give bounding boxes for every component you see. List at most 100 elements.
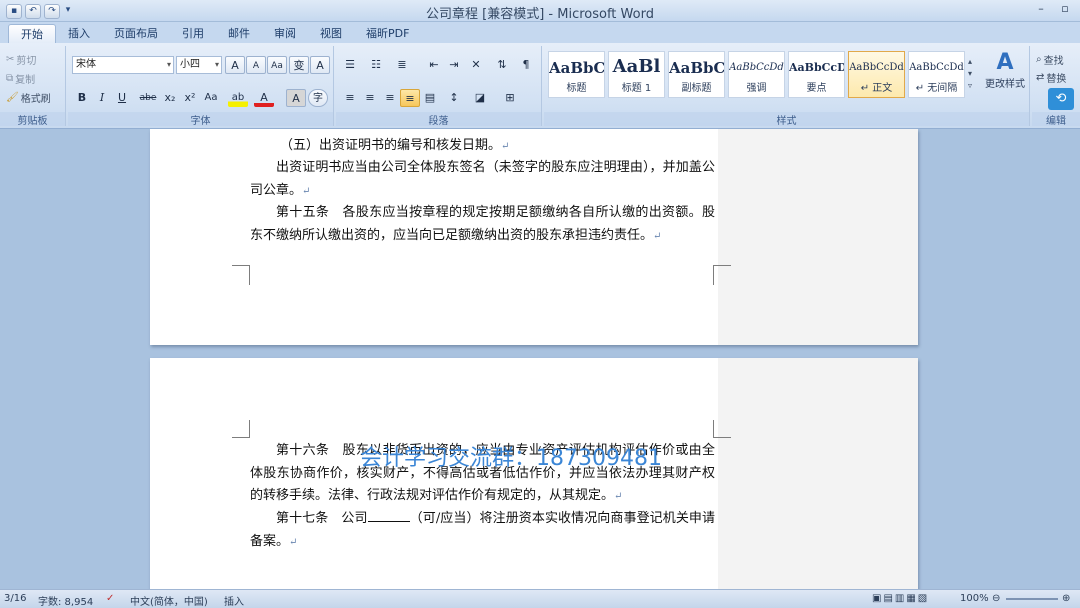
paragraph-mark: ↵ [501, 141, 510, 152]
tab-review[interactable]: 审阅 [262, 24, 308, 43]
zoom-slider[interactable] [1006, 598, 1058, 600]
editing-group-label: 编辑 [1032, 112, 1080, 127]
editing-group: ⌕ 查找 ⇄ 替换 ⟲ 编辑 [1032, 46, 1080, 127]
highlight-button[interactable]: ab [228, 89, 248, 107]
tab-mailings[interactable]: 邮件 [216, 24, 262, 43]
show-marks-icon[interactable]: ¶ [516, 56, 536, 74]
font-size-combo[interactable]: 小四 ▾ [176, 56, 222, 74]
multilevel-list-icon[interactable]: ≣ [392, 56, 412, 74]
zoom-level[interactable]: 100% [960, 593, 989, 604]
shrink-font-button[interactable]: A [246, 56, 266, 74]
page-counter[interactable]: 3/16 [4, 593, 26, 604]
document-area[interactable]: （五）出资证明书的编号和核发日期。↵ 出资证明书应当由公司全体股东签名（未签字的… [0, 129, 1080, 589]
style-normal[interactable]: AaBbCcDd ↵ 正文 [848, 51, 905, 98]
chevron-down-icon: ▾ [214, 60, 219, 69]
borders-icon[interactable]: ⊞ [500, 89, 520, 107]
tab-page-layout[interactable]: 页面布局 [102, 24, 170, 43]
proofing-icon[interactable]: ✓ [106, 593, 114, 604]
char-border-button[interactable]: A [310, 56, 330, 74]
page: （五）出资证明书的编号和核发日期。↵ 出资证明书应当由公司全体股东签名（未签字的… [150, 129, 918, 345]
decrease-indent-icon[interactable]: ⇤ [424, 56, 444, 74]
font-color-button[interactable]: A [254, 89, 274, 107]
tab-references[interactable]: 引用 [170, 24, 216, 43]
align-right-icon[interactable]: ≡ [380, 89, 400, 107]
paragraph[interactable]: 第十七条 公司 （可/应当）将注册资本实收情况向商事登记机关申请备案。↵ [250, 508, 715, 554]
style-title[interactable]: AaBbC 标题 [548, 51, 605, 98]
align-left-icon[interactable]: ≡ [340, 89, 360, 107]
font-name-combo[interactable]: 宋体 ▾ [72, 56, 174, 74]
align-center-icon[interactable]: ≡ [360, 89, 380, 107]
justify-icon[interactable]: ≡ [400, 89, 420, 107]
style-name: ↵ 无间隔 [915, 83, 958, 94]
chevron-down-icon: ▾ [166, 60, 171, 69]
style-heading-1[interactable]: AaBl 标题 1 [608, 51, 665, 98]
fill-in-blank[interactable] [367, 508, 410, 522]
replace-label: 替换 [1046, 74, 1067, 85]
word-count[interactable]: 字数: 8,954 [38, 593, 93, 608]
style-sample: AaBbCcDd [909, 62, 964, 73]
italic-button[interactable]: I [92, 89, 112, 107]
restore-button[interactable]: ▫ [1054, 2, 1076, 18]
style-name: 强调 [746, 83, 767, 94]
style-name: 要点 [806, 83, 827, 94]
tab-view[interactable]: 视图 [308, 24, 354, 43]
scissors-icon: ✂ [6, 54, 15, 65]
superscript-button[interactable]: x² [180, 89, 200, 107]
distributed-icon[interactable]: ▤ [420, 89, 440, 107]
subscript-button[interactable]: x₂ [160, 89, 180, 107]
paragraph-text: 第十五条 各股东应当按章程的规定按期足额缴纳各自所认缴的出资额。股东不缴纳所认缴… [250, 205, 715, 243]
insert-mode[interactable]: 插入 [224, 593, 244, 608]
change-case-button[interactable]: Aa [201, 89, 221, 107]
paragraph[interactable]: 第十五条 各股东应当按章程的规定按期足额缴纳各自所认缴的出资额。股东不缴纳所认缴… [250, 202, 715, 248]
minimize-button[interactable]: – [1030, 2, 1052, 18]
bold-button[interactable]: B [72, 89, 92, 107]
language-indicator[interactable]: 中文(简体，中国) [130, 593, 208, 608]
styles-scroll[interactable]: ▴ ▾ ▿ [968, 56, 972, 92]
format-painter-button[interactable]: 🖌 格式刷 [6, 90, 51, 105]
strikethrough-button[interactable]: abe [138, 89, 158, 107]
paragraph-text: 出资证明书应当由公司全体股东签名（未签字的股东应注明理由），并加盖公司公章。 [250, 160, 715, 198]
phonetic-guide-button[interactable]: 变 [289, 56, 309, 74]
line-spacing-icon[interactable]: ↕ [444, 89, 464, 107]
tab-foxit-pdf[interactable]: 福昕PDF [354, 24, 421, 43]
style-no-spacing[interactable]: AaBbCcDd ↵ 无间隔 [908, 51, 965, 98]
grow-font-button[interactable]: A [225, 56, 245, 74]
window-controls: – ▫ [1030, 2, 1076, 18]
sort-icon[interactable]: ⇅ [492, 56, 512, 74]
paragraph[interactable]: （五）出资证明书的编号和核发日期。↵ [250, 135, 715, 159]
paragraph-mark: ↵ [614, 491, 623, 502]
paragraph-mark: ↵ [289, 536, 298, 548]
chinese-layout-icon[interactable]: ✕ [466, 56, 486, 74]
replace-button[interactable]: ⇄ 替换 [1036, 70, 1066, 85]
underline-button[interactable]: U [112, 89, 132, 107]
brush-icon: 🖌 [6, 92, 19, 103]
find-button[interactable]: ⌕ 查找 [1036, 52, 1064, 67]
copy-button[interactable]: ⧉ 复制 [6, 71, 35, 86]
view-buttons[interactable]: ▣▤▥▦▧ [872, 593, 929, 604]
styles-group: AaBbC 标题 AaBl 标题 1 AaBbC 副标题 AaBbCcDd 强调… [544, 46, 1030, 127]
cut-button[interactable]: ✂ 剪切 [6, 52, 36, 67]
paragraph[interactable]: 出资证明书应当由公司全体股东签名（未签字的股东应注明理由），并加盖公司公章。↵ [250, 157, 715, 203]
bullets-icon[interactable]: ☰ [340, 56, 360, 74]
numbering-icon[interactable]: ☷ [366, 56, 386, 74]
clear-format-button[interactable]: Aa [267, 56, 287, 74]
style-strong[interactable]: AaBbCcD 要点 [788, 51, 845, 98]
share-icon[interactable]: ⟲ [1048, 88, 1074, 110]
tab-insert[interactable]: 插入 [56, 24, 102, 43]
change-styles-button[interactable]: A 更改样式 [980, 50, 1030, 110]
margin-corner-mark [713, 265, 731, 285]
style-subtitle[interactable]: AaBbC 副标题 [668, 51, 725, 98]
clipboard-group-label: 剪贴板 [0, 112, 65, 127]
zoom-in-icon[interactable]: ⊕ [1062, 593, 1070, 604]
shading-icon[interactable]: ◪ [470, 89, 490, 107]
char-shading-button[interactable]: A [286, 89, 306, 107]
enclose-char-button[interactable]: 字 [308, 89, 328, 107]
style-name: ↵ 正文 [860, 83, 893, 94]
zoom-out-icon[interactable]: ⊖ [992, 593, 1000, 604]
style-sample: AaBbC [549, 59, 604, 77]
tab-home[interactable]: 开始 [8, 24, 56, 43]
styles-group-label: 样式 [544, 112, 1029, 127]
style-emphasis[interactable]: AaBbCcDd 强调 [728, 51, 785, 98]
margin-corner-mark [232, 420, 250, 438]
increase-indent-icon[interactable]: ⇥ [444, 56, 464, 74]
